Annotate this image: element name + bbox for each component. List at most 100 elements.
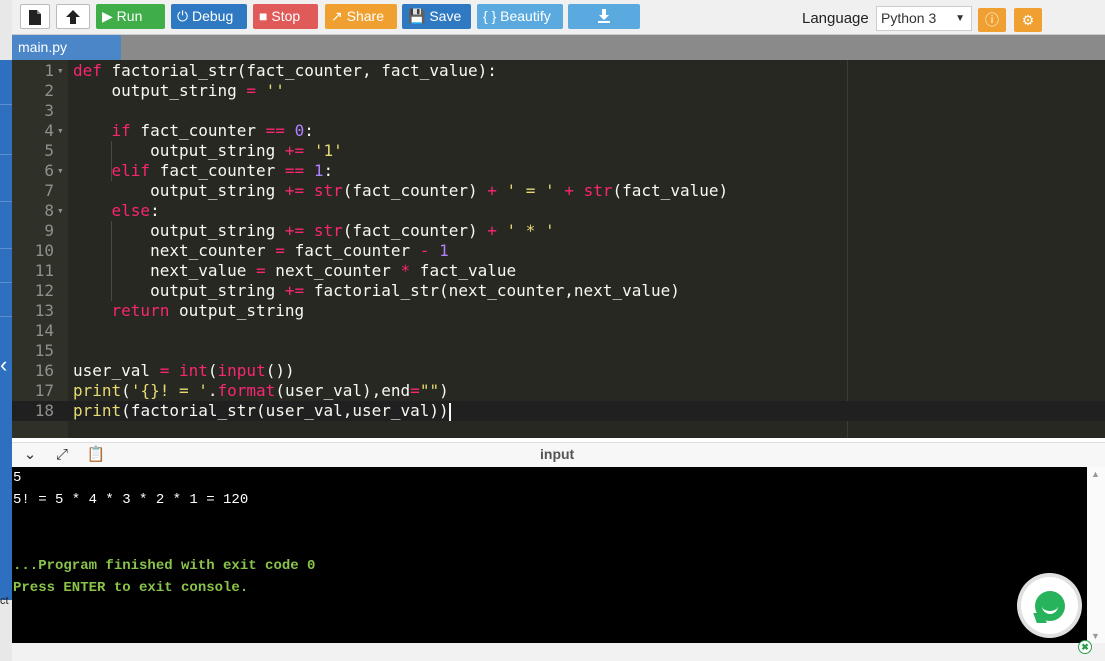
- code-line[interactable]: 2 output_string = '': [12, 81, 1105, 101]
- code-text: if fact_counter == 0:: [111, 121, 314, 140]
- upload-icon: [66, 10, 80, 24]
- code-line[interactable]: 10 next_counter = fact_counter - 1: [12, 241, 1105, 261]
- play-icon: ▶: [102, 8, 113, 24]
- share-icon: ↗: [331, 8, 343, 24]
- beautify-button[interactable]: { } Beautify: [477, 4, 563, 29]
- code-text: next_counter = fact_counter - 1: [73, 241, 449, 260]
- left-panel-blue: [0, 60, 12, 600]
- line-number: 18: [34, 401, 54, 420]
- line-number: 11: [34, 261, 54, 280]
- side-partial-text: ct: [0, 595, 9, 607]
- line-number: 16: [34, 361, 54, 380]
- save-icon: 💾: [408, 8, 426, 24]
- left-panel-divider: [0, 282, 12, 283]
- console-scrollbar[interactable]: ▲ ▼: [1087, 467, 1105, 643]
- code-line[interactable]: 16 user_val = int(input()): [12, 361, 1105, 381]
- code-text: else:: [111, 201, 160, 220]
- debug-icon: ⏻: [177, 8, 189, 24]
- code-line[interactable]: 7 output_string += str(fact_counter) + '…: [12, 181, 1105, 201]
- fold-toggle-icon[interactable]: ▾: [57, 121, 64, 141]
- bottom-strip: [12, 643, 1105, 661]
- code-text: def factorial_str(fact_counter, fact_val…: [73, 61, 497, 80]
- run-button[interactable]: ▶ Run: [96, 4, 165, 29]
- code-line[interactable]: 11 next_value = next_counter * fact_valu…: [12, 261, 1105, 281]
- code-text: output_string = '': [73, 81, 285, 100]
- new-file-button[interactable]: [20, 4, 50, 29]
- line-number: 9: [44, 221, 54, 240]
- code-line[interactable]: 4 ▾ if fact_counter == 0:: [12, 121, 1105, 141]
- code-line[interactable]: 3: [12, 101, 1105, 121]
- info-icon: ⓘ: [985, 12, 999, 28]
- debug-button[interactable]: ⏻ Debug: [171, 4, 247, 29]
- upload-button[interactable]: [56, 4, 90, 29]
- console-line: Press ENTER to exit console.: [13, 580, 249, 596]
- connection-status-icon: ✖: [1078, 640, 1092, 654]
- console-line: 5: [13, 470, 22, 486]
- code-text: output_string += str(fact_counter) + ' *…: [73, 221, 555, 240]
- chat-button[interactable]: [1017, 573, 1082, 638]
- code-line[interactable]: 9 output_string += str(fact_counter) + '…: [12, 221, 1105, 241]
- stop-button[interactable]: ■ Stop: [253, 4, 318, 29]
- line-number: 15: [34, 341, 54, 360]
- left-panel-divider: [0, 104, 12, 105]
- code-line[interactable]: 5 output_string += '1': [12, 141, 1105, 161]
- line-number: 2: [44, 81, 54, 100]
- console-line: 5! = 5 * 4 * 3 * 2 * 1 = 120: [13, 492, 249, 508]
- expand-icon[interactable]: ⤢: [52, 446, 72, 464]
- code-line[interactable]: 17 print('{}! = '.format(user_val),end=""…: [12, 381, 1105, 401]
- code-text: print('{}! = '.format(user_val),end=""): [73, 381, 449, 400]
- language-label: Language: [802, 10, 869, 27]
- tab-main-py[interactable]: main.py: [12, 35, 121, 60]
- code-line[interactable]: 18 print(factorial_str(user_val,user_val)…: [12, 401, 1105, 421]
- download-button[interactable]: [568, 4, 640, 29]
- fold-toggle-icon[interactable]: ▾: [57, 201, 64, 221]
- toolbar: ▶ Run ⏻ Debug ■ Stop ↗ Share 💾 Save { } …: [12, 0, 1105, 35]
- line-number: 13: [34, 301, 54, 320]
- line-number: 8: [44, 201, 54, 220]
- line-number: 12: [34, 281, 54, 300]
- chevron-down-icon: ▼: [955, 13, 965, 24]
- chat-button-inner: [1021, 577, 1078, 634]
- code-text: output_string += '1': [73, 141, 343, 160]
- code-line[interactable]: 12 output_string += factorial_str(next_c…: [12, 281, 1105, 301]
- code-line[interactable]: 13 return output_string: [12, 301, 1105, 321]
- left-panel-divider: [0, 201, 12, 202]
- code-text: return output_string: [111, 301, 305, 320]
- fold-toggle-icon[interactable]: ▾: [57, 61, 64, 81]
- info-button[interactable]: ⓘ: [978, 8, 1006, 32]
- chevron-down-icon[interactable]: ⌄: [20, 446, 40, 464]
- code-line[interactable]: 8 ▾ else:: [12, 201, 1105, 221]
- left-panel-divider: [0, 154, 12, 155]
- stop-icon: ■: [259, 8, 268, 24]
- language-select[interactable]: Python 3 ▼: [876, 6, 972, 31]
- copy-icon[interactable]: 📋: [86, 446, 106, 464]
- collapse-sidebar-icon[interactable]: ‹: [0, 350, 12, 380]
- code-line[interactable]: 6 ▾ elif fact_counter == 1:: [12, 161, 1105, 181]
- line-number: 3: [44, 101, 54, 120]
- code-line[interactable]: 15: [12, 341, 1105, 361]
- code-text: elif fact_counter == 1:: [111, 161, 334, 180]
- code-editor[interactable]: 1 ▾ def factorial_str(fact_counter, fact_v…: [12, 60, 1105, 438]
- left-panel-divider: [0, 248, 12, 249]
- left-panel-strip: ‹ ct: [0, 0, 12, 661]
- line-number: 10: [34, 241, 54, 260]
- save-button[interactable]: 💾 Save: [402, 4, 471, 29]
- line-number: 7: [44, 181, 54, 200]
- line-number: 5: [44, 141, 54, 160]
- line-number: 6: [44, 161, 54, 180]
- left-panel-divider: [0, 316, 12, 317]
- code-text: next_value = next_counter * fact_value: [73, 261, 517, 280]
- console-line: ...Program finished with exit code 0: [13, 558, 316, 574]
- scroll-up-icon[interactable]: ▲: [1091, 469, 1100, 479]
- console-title: input: [540, 446, 575, 462]
- console-output[interactable]: 5 5! = 5 * 4 * 3 * 2 * 1 = 120 ...Program …: [12, 467, 1087, 643]
- language-value: Python 3: [881, 10, 937, 26]
- text-cursor: [448, 402, 451, 421]
- code-line[interactable]: 1 ▾ def factorial_str(fact_counter, fact_v…: [12, 61, 1105, 81]
- share-button[interactable]: ↗ Share: [325, 4, 397, 29]
- code-line[interactable]: 14: [12, 321, 1105, 341]
- settings-button[interactable]: ⚙: [1014, 8, 1042, 32]
- code-text: print(factorial_str(user_val,user_val)): [73, 401, 451, 421]
- scroll-down-icon[interactable]: ▼: [1091, 631, 1100, 641]
- fold-toggle-icon[interactable]: ▾: [57, 161, 64, 181]
